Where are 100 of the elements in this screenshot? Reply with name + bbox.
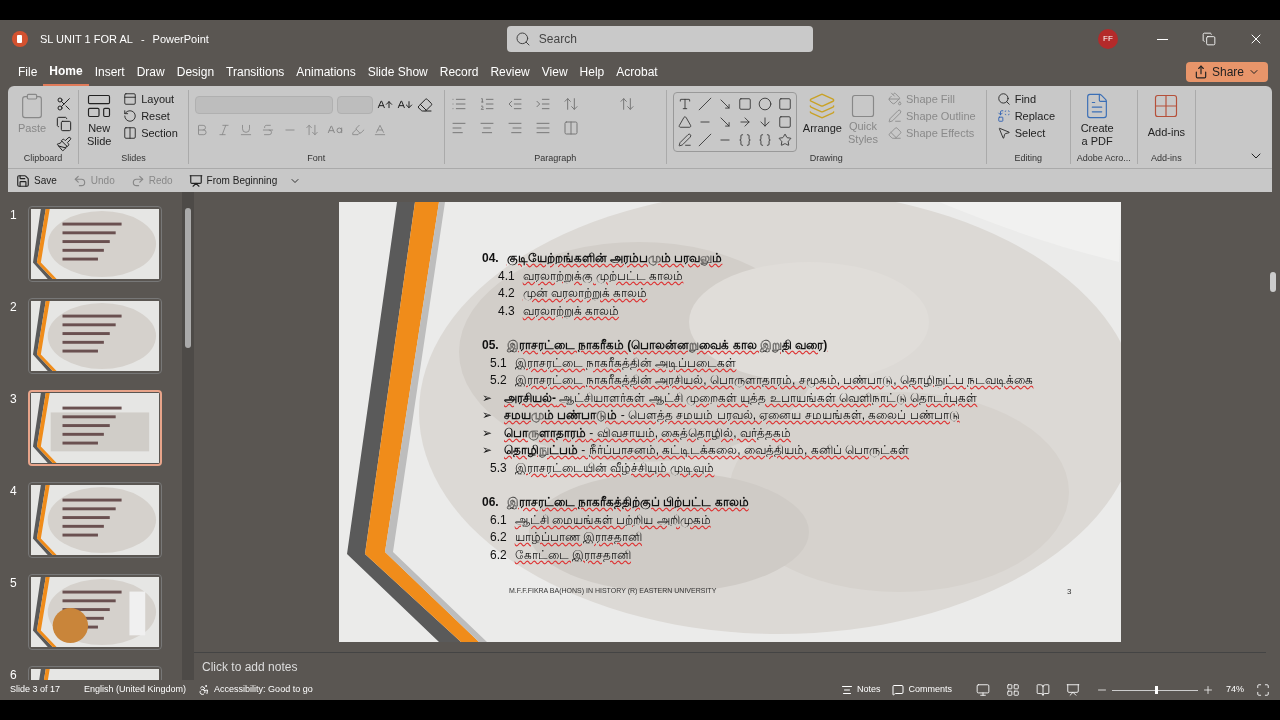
reset-icon [123,109,138,123]
layout-button[interactable]: Layout [119,92,182,106]
quick-access-button[interactable]: Save [12,173,61,188]
item-number: 5.1 [490,354,507,372]
zoom-slider[interactable] [1112,686,1198,694]
group-label: Slides [121,152,146,164]
menu-tab[interactable]: Transitions [220,58,291,86]
language-status[interactable]: English (United Kingdom) [84,683,187,697]
shape-icon[interactable] [717,97,732,111]
arrange-button[interactable]: Arrange [802,92,842,137]
add-ins-button[interactable]: Add-ins [1143,92,1189,141]
scrollbar[interactable] [182,192,194,680]
create-pdf-button[interactable]: Create a PDF [1076,92,1118,148]
quick-access-button[interactable]: From Beginning [184,173,282,188]
replace-button[interactable]: Replace [992,109,1060,123]
shape-icon[interactable] [777,133,792,147]
group-label: Font [307,152,326,164]
item-text: இராசரட்டை நாகரீகத்தின் அடிப்படைகள் [514,354,737,372]
accessibility-status[interactable]: Accessibility: Good to go [198,683,313,697]
format-painter-icon [56,136,73,152]
shape-icon[interactable] [737,115,752,129]
slide-number: 5 [10,575,18,592]
bullet-text: சமயமும் பண்பாடும் - பௌத்த சமயம் பரவல், ஏனைய சமயங்கள், கலைப் பண்பாடு [504,407,960,425]
shape-icon[interactable] [677,115,692,129]
item-number: 5.3 [490,459,507,477]
shape-icon[interactable] [717,115,732,129]
new-slide-button[interactable]: New Slide [85,92,114,148]
item-text: ஆட்சி மையங்கள் பற்றிய அறிமுகம் [514,511,711,529]
justify-icon [534,120,551,136]
bullet-marker: ➢ [482,442,492,459]
menu-tab[interactable]: File [12,58,44,86]
section-button[interactable]: Section [119,126,182,140]
shape-icon[interactable] [757,97,772,111]
slide-show-icon [1066,683,1080,697]
user-avatar[interactable]: FF [1098,29,1118,49]
save-icon [16,173,30,188]
bullets-icon [450,96,467,112]
comments-button[interactable]: Comments [892,683,952,697]
bullet-text: தொழிநுட்பம் - நீர்ப்பாசனம், கட்டிடக்கலை, வைத்தியம், கனிப் பொருட்கள் [504,442,909,460]
comment-icon [892,684,905,696]
search-field[interactable]: Search [506,26,813,52]
select-button[interactable]: Select [992,126,1060,140]
menu-tab[interactable]: View [535,58,574,86]
item-text: கோட்டை இராசதானி [514,546,632,564]
group-label: Adobe Acro... [1076,152,1131,164]
shape-icon[interactable] [697,97,712,111]
menu-tab[interactable]: Record [433,58,485,86]
columns-icon [562,120,579,136]
notes-icon [840,684,853,696]
shape-icon[interactable] [777,115,792,129]
menu-tab[interactable]: Help [573,58,611,86]
menu-tab[interactable]: Design [170,58,221,86]
menu-tab[interactable]: Acrobat [610,58,664,86]
bullet-text: அரசியல்- ஆட்சியாளர்கள் ஆட்சி முறைகள் யுத்த உபாயங்கள் வெளிநாட்டு தொடர்புகள் [504,389,978,407]
share-icon [1193,65,1208,79]
shape-icon[interactable] [677,97,692,111]
shape-icon[interactable] [777,97,792,111]
align-right-icon [506,120,523,136]
item-number: 4.3 [498,302,515,320]
shape-icon[interactable] [737,97,752,111]
shape-icon[interactable] [697,133,712,147]
menu-tab[interactable]: Draw [130,58,171,86]
menu-tab[interactable]: Review [484,58,536,86]
notes-button[interactable]: Notes [840,683,881,697]
group-label: Editing [1014,152,1042,164]
section-number: 04. [482,250,499,267]
menu-tab[interactable]: Animations [290,58,362,86]
accessibility-icon [198,684,211,696]
notes-field[interactable]: Click to add notes [194,652,1266,680]
shape-icon[interactable] [737,133,752,147]
align-left-icon [450,120,467,136]
slide-number: 1 [10,207,18,224]
font-color-icon [372,123,387,137]
bullet-marker: ➢ [482,424,492,442]
shape-icon[interactable] [757,115,772,129]
redo-icon [130,173,145,188]
shape-icon[interactable] [757,133,772,147]
outdent-icon [506,96,523,112]
shape-icon[interactable] [677,133,692,147]
font-size-field[interactable] [336,96,373,114]
align-center-icon [478,120,495,136]
reset-button[interactable]: Reset [119,109,182,123]
font-name-field[interactable] [194,96,333,114]
scrollbar[interactable] [1270,272,1276,292]
numbering-icon [478,96,495,112]
zoom-percent[interactable]: 74% [1226,683,1244,697]
slide-sorter-icon [1006,683,1020,697]
section-title: குடியேற்றங்களின் அரம்பமும் பரவலும் [506,250,723,268]
pointer-icon [996,126,1011,140]
menu-tab[interactable]: Insert [88,58,131,86]
find-button[interactable]: Find [992,92,1060,106]
zoom-thumb[interactable] [1155,686,1158,694]
menu-tab[interactable]: Slide Show [361,58,434,86]
group-label: Drawing [809,152,843,164]
layout-icon [123,92,138,106]
restore-icon [1202,32,1216,46]
shapes-gallery[interactable] [672,92,797,152]
group-label: Paragraph [534,152,577,164]
page-number: 3 [1067,586,1072,598]
share-button[interactable]: Share [1185,62,1268,82]
